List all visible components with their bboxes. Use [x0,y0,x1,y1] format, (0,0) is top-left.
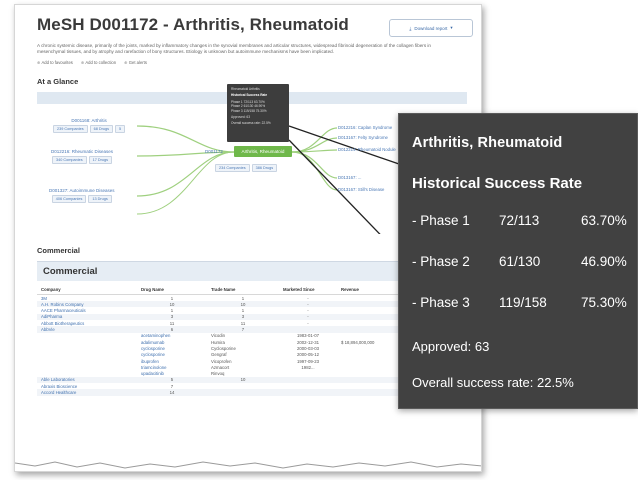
marketed-since-cell: - [307,295,309,301]
graph-node-stills[interactable]: D013167: Still's Disease [338,187,384,192]
tooltip-approved: Approved: 63 [412,339,490,354]
marketed-since-cell [279,389,337,396]
drugs-chip[interactable]: 386 Drugs [251,164,278,172]
chevron-down-icon: ▾ [450,25,453,30]
phase-count: 119/158 [499,295,547,310]
companies-chip[interactable]: 340 Companies [52,156,87,164]
phase-label: - Phase 1 [412,213,470,228]
mini-tooltip-row: Phase 3 119/158 75.30% [231,108,267,113]
graph-node-autoimmune-diseases[interactable]: D001327: Autoimmune Diseases 406 Compani… [49,188,115,203]
graph-node-felty[interactable]: D013167: Felty Syndrome [338,135,388,140]
phase-label: - Phase 2 [412,254,470,269]
graph-node-caplan[interactable]: D012216: Caplan Syndrome [338,125,392,130]
node-chips: 406 Companies 13 Drugs [51,195,112,203]
graph-node-rheumatoid-nodule[interactable]: D012214: Rheumatoid Nodule [338,147,396,152]
company-cell[interactable]: Accord Healthcare [37,389,137,396]
phase-percent: 63.70% [581,213,627,228]
page-actions: Add to favourites Add to collection Get … [37,60,467,65]
mini-tooltip-overall: Overall success rate: 22.5% [231,121,271,126]
mini-tooltip: Rheumatoid Arthritis Historical Success … [227,84,289,142]
graph-node-rheumatic-diseases[interactable]: D012216: Rheumatic Diseases 340 Companie… [51,149,113,164]
companies-chip[interactable]: 406 Companies [51,195,87,203]
phase-row: - Phase 2 61/130 46.90% [412,254,637,274]
trade-name-cell [207,389,279,396]
phase-count: 61/130 [499,254,541,269]
column-header-drug-name[interactable]: Drug Name [137,285,207,295]
drug-name-cell: 14 [137,389,207,396]
drug-name-cell: 1 [170,295,174,301]
column-header-marketed-since[interactable]: Marketed Since [279,285,337,295]
drugs-chip[interactable]: 17 Drugs [88,156,113,164]
success-rate-tooltip: Arthritis, Rheumatoid Historical Success… [398,113,638,409]
phase-percent: 46.90% [581,254,627,269]
get-alerts-link[interactable]: Get alerts [124,60,147,65]
node-chips: 340 Companies 17 Drugs [52,156,113,164]
add-favourites-link[interactable]: Add to favourites [37,60,72,65]
center-node-id: D001172 [205,149,223,154]
download-report-button[interactable]: ⤓ Download report ▾ [389,19,473,37]
phase-count: 72/113 [499,213,540,228]
phase-percent: 75.30% [581,295,627,310]
phase-row: - Phase 1 72/113 63.70% [412,213,637,233]
drugs-chip[interactable]: 68 Drugs [89,125,114,133]
companies-chip[interactable]: 234 Companies [215,164,250,172]
mini-tooltip-heading: Historical Success Rate [231,93,268,98]
drugs-chip[interactable]: 13 Drugs [88,195,112,203]
tooltip-heading: Historical Success Rate [412,175,583,192]
node-chips: 239 Companies 68 Drugs 5 [53,125,126,133]
column-header-trade-name[interactable]: Trade Name [207,285,279,295]
download-icon: ⤓ [409,25,412,31]
torn-edge [15,461,481,471]
mini-tooltip-approved: Approved: 63 [231,115,250,120]
tooltip-overall-rate: Overall success rate: 22.5% [412,375,574,390]
column-header-company[interactable]: Company [37,285,137,295]
screenshot: MeSH D001172 - Arthritis, Rheumatoid ⤓ D… [0,0,638,480]
add-collection-link[interactable]: Add to collection [81,60,116,65]
page-description: A chronic systemic disease, primarily of… [37,43,431,54]
company-cell[interactable]: 3M [37,295,137,302]
node-label: D001168: Arthritis [71,118,107,123]
trade-name-cell: 1 [241,295,245,301]
mini-tooltip-name: Rheumatoid Arthritis [231,87,260,91]
node-label: D001327: Autoimmune Diseases [49,188,115,193]
graph-node-arthritis[interactable]: D001168: Arthritis 239 Companies 68 Drug… [53,118,126,133]
graph-node-other[interactable]: D013167: ... [338,175,361,180]
download-label: Download report [414,25,448,31]
companies-chip[interactable]: 239 Companies [53,125,88,133]
center-node-chips: 234 Companies 386 Drugs [215,164,278,172]
phase-row: - Phase 3 119/158 75.30% [412,295,637,315]
node-label: D012216: Rheumatic Diseases [51,149,114,154]
count-chip[interactable]: 5 [115,125,126,133]
phase-label: - Phase 3 [412,295,470,310]
tooltip-disease-name: Arthritis, Rheumatoid [412,135,563,151]
center-node[interactable]: Arthritis, Rheumatoid [234,146,292,157]
